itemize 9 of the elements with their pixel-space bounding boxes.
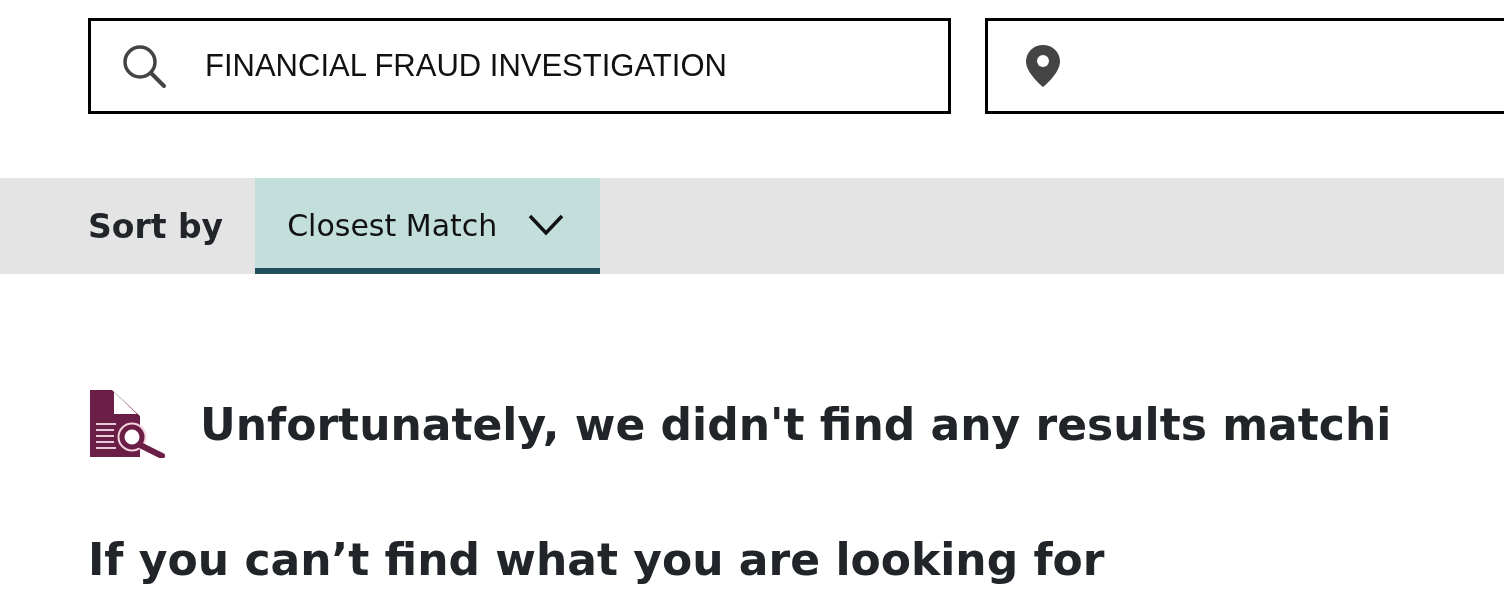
- help-heading: If you can’t find what you are looking for: [88, 534, 1106, 585]
- no-results-message: Unfortunately, we didn't find any results matchi: [200, 398, 1392, 450]
- chevron-down-icon: [528, 214, 565, 236]
- location-pin-icon: [1026, 45, 1060, 87]
- document-search-icon: [90, 390, 166, 458]
- sort-label: Sort by: [88, 206, 224, 246]
- sort-dropdown[interactable]: Closest Match: [255, 178, 601, 274]
- search-icon: [121, 43, 167, 89]
- search-field[interactable]: FINANCIAL FRAUD INVESTIGATION: [88, 18, 951, 114]
